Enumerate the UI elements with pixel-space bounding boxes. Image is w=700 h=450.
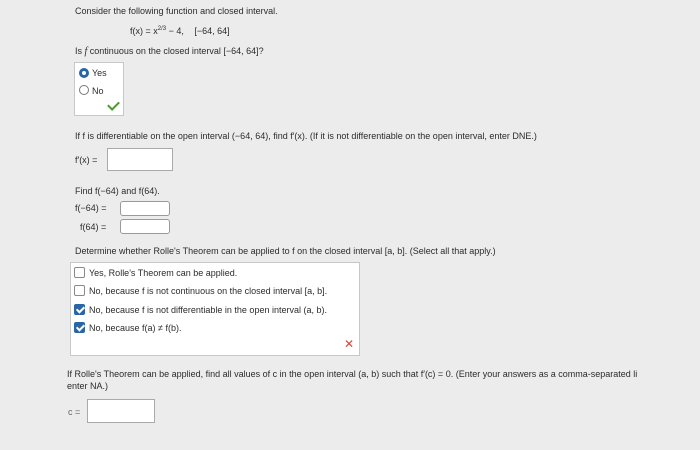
q1-question: Is f continuous on the closed interval [… xyxy=(75,46,264,57)
radio-yes-label: Yes xyxy=(92,68,107,78)
function-definition: f(x) = x2/3 − 4, [−64, 64] xyxy=(130,26,230,36)
radio-yes[interactable] xyxy=(79,68,89,78)
intro-text: Consider the following function and clos… xyxy=(75,6,278,16)
c-label: c = xyxy=(68,407,81,417)
q4-prompt: Determine whether Rolle's Theorem can be… xyxy=(75,246,496,256)
c-values-input[interactable] xyxy=(87,399,155,423)
q2-label: f′(x) = xyxy=(75,155,98,165)
f-neg64-input[interactable] xyxy=(120,201,170,216)
checkbox-not-differentiable[interactable] xyxy=(74,304,85,315)
f-64-label: f(64) = xyxy=(80,222,107,232)
incorrect-x-icon: ✕ xyxy=(344,337,355,351)
checkbox-fa-not-fb[interactable] xyxy=(74,322,85,333)
derivative-input[interactable] xyxy=(107,148,173,171)
radio-no-label: No xyxy=(92,86,104,96)
interval-text: [−64, 64] xyxy=(194,26,230,36)
option-fa-not-fb-label: No, because f(a) ≠ f(b). xyxy=(89,323,182,333)
f-neg64-label: f(−64) = xyxy=(75,203,107,213)
f-64-input[interactable] xyxy=(120,219,170,234)
option-not-differentiable-label: No, because f is not differentiable in t… xyxy=(89,305,327,315)
option-not-continuous-label: No, because f is not continuous on the c… xyxy=(89,286,328,296)
checkbox-not-continuous[interactable] xyxy=(74,285,85,296)
q3-prompt: Find f(−64) and f(64). xyxy=(75,186,160,196)
radio-no[interactable] xyxy=(79,85,89,95)
q2-question: If f is differentiable on the open inter… xyxy=(75,131,537,141)
q5-prompt-line1: If Rolle's Theorem can be applied, find … xyxy=(67,369,638,379)
checkbox-rolle-applies[interactable] xyxy=(74,267,85,278)
q5-prompt-line2: enter NA.) xyxy=(67,381,109,391)
option-rolle-applies-label: Yes, Rolle's Theorem can be applied. xyxy=(89,268,238,278)
